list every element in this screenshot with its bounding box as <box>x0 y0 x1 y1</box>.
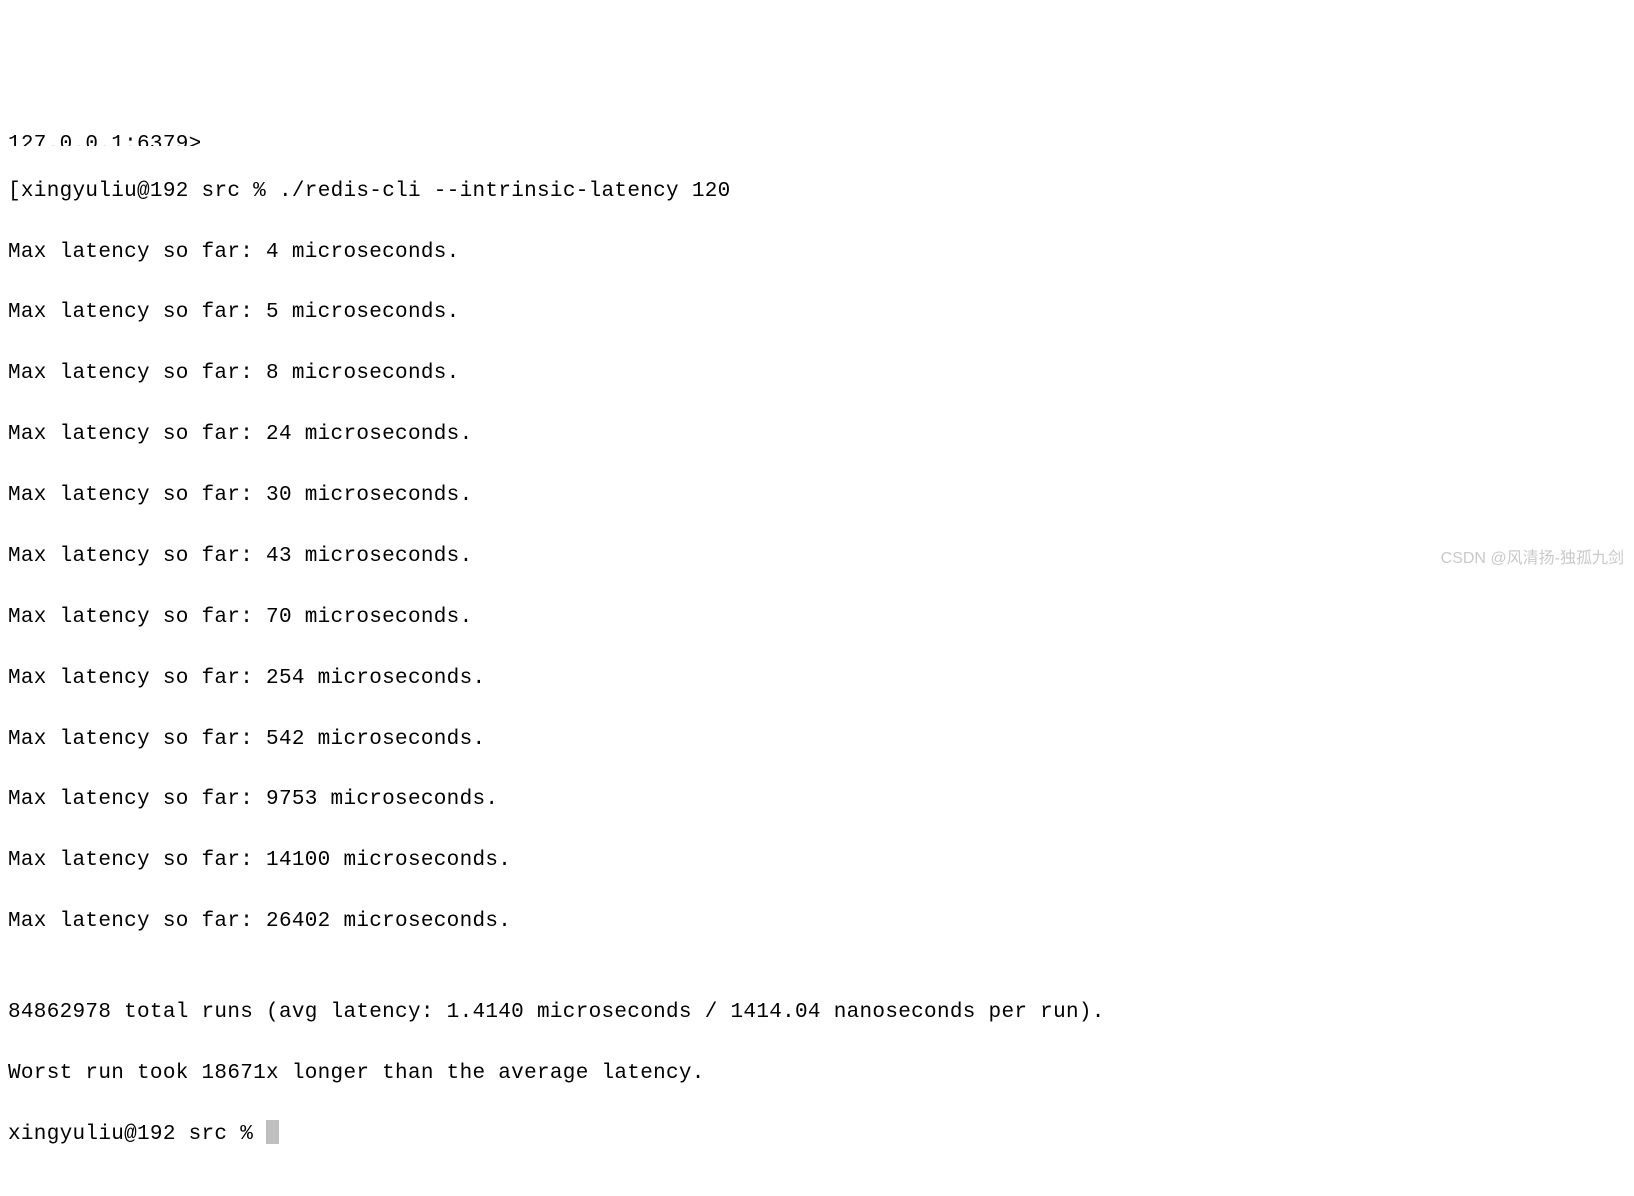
next-prompt-line: xingyuliu@192 src % <box>8 1120 1626 1150</box>
latency-line: Max latency so far: 5 microseconds. <box>8 298 1626 328</box>
latency-line: Max latency so far: 14100 microseconds. <box>8 846 1626 876</box>
prompt-dir: src <box>202 180 241 203</box>
prompt-line: [xingyuliu@192 src % ./redis-cli --intri… <box>8 177 1626 207</box>
watermark-text: CSDN @风清扬-独孤九剑 <box>1441 547 1624 570</box>
latency-line: Max latency so far: 26402 microseconds. <box>8 907 1626 937</box>
latency-line: Max latency so far: 8 microseconds. <box>8 359 1626 389</box>
worst-line: Worst run took 18671x longer than the av… <box>8 1059 1626 1089</box>
latency-line: Max latency so far: 9753 microseconds. <box>8 785 1626 815</box>
partial-line-top: 127.0.0.1:6379> <box>8 134 1626 146</box>
prompt-symbol: % <box>253 180 266 203</box>
latency-line: Max latency so far: 30 microseconds. <box>8 481 1626 511</box>
prompt-user: xingyuliu@192 <box>21 180 189 203</box>
latency-line: Max latency so far: 4 microseconds. <box>8 238 1626 268</box>
command-text: ./redis-cli --intrinsic-latency 120 <box>279 180 731 203</box>
latency-line: Max latency so far: 542 microseconds. <box>8 725 1626 755</box>
latency-line: Max latency so far: 254 microseconds. <box>8 664 1626 694</box>
summary-line: 84862978 total runs (avg latency: 1.4140… <box>8 998 1626 1028</box>
latency-line: Max latency so far: 43 microseconds. <box>8 542 1626 572</box>
latency-line: Max latency so far: 70 microseconds. <box>8 603 1626 633</box>
cursor-block <box>266 1120 279 1144</box>
terminal-output[interactable]: 127.0.0.1:6379> [xingyuliu@192 src % ./r… <box>8 122 1626 1181</box>
latency-line: Max latency so far: 24 microseconds. <box>8 420 1626 450</box>
